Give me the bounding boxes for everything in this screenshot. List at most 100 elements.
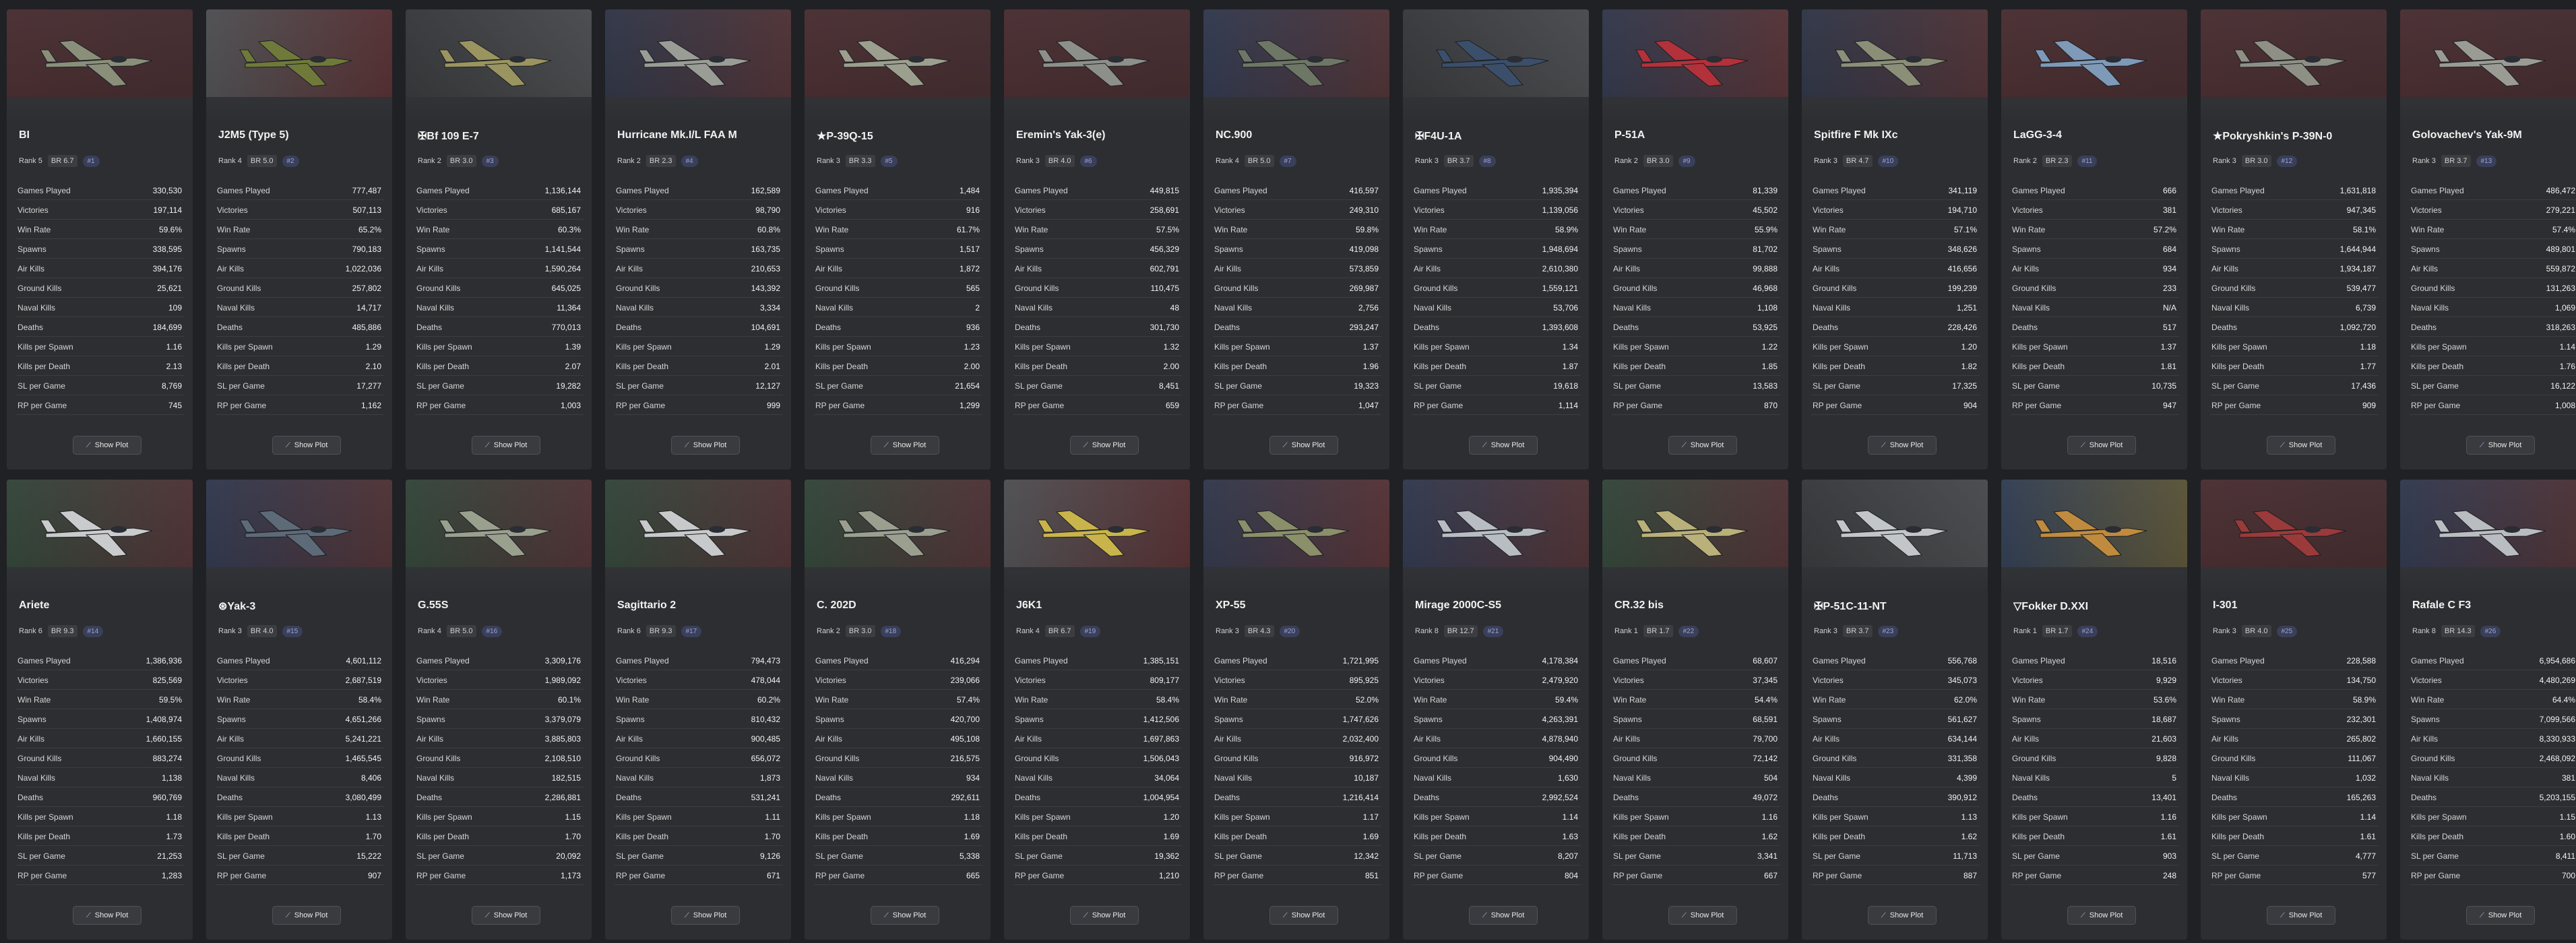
stat-label: Spawns <box>2411 245 2440 254</box>
show-plot-button[interactable]: ⟋ Show Plot <box>2267 436 2335 455</box>
vehicle-thumbnail <box>2400 9 2576 124</box>
stat-label: Naval Kills <box>815 303 854 313</box>
stat-label: Victories <box>2211 676 2242 685</box>
battle-rating-badge: BR 4.0 <box>247 625 277 637</box>
stat-value: 53.6% <box>2153 695 2176 705</box>
stat-value: 416,656 <box>1947 264 1977 273</box>
show-plot-button[interactable]: ⟋ Show Plot <box>871 436 939 455</box>
chart-line-icon: ⟋ <box>2280 442 2285 449</box>
stats-table: Games Played 777,487 Victories 507,113 Win R… <box>216 181 384 415</box>
stat-label: Air Kills <box>1015 264 1042 273</box>
vehicle-card: Rafale C F3 Rank 8 BR 14.3 #26 Games Played 6… <box>2400 480 2576 940</box>
show-plot-label: Show Plot <box>1490 441 1525 449</box>
stat-row: Ground Kills 2,108,510 <box>415 748 584 768</box>
stat-label: Deaths <box>616 323 642 332</box>
stat-value: 539,477 <box>2346 284 2376 293</box>
show-plot-button[interactable]: ⟋ Show Plot <box>1269 436 1338 455</box>
stat-label: Air Kills <box>217 734 245 744</box>
stat-row: Victories 134,750 <box>2210 670 2379 690</box>
stat-value: 934 <box>2162 264 2176 273</box>
stat-row: Naval Kills 934 <box>814 768 982 787</box>
show-plot-button[interactable]: ⟋ Show Plot <box>272 436 341 455</box>
stat-row: Ground Kills 131,263 <box>2410 278 2576 298</box>
stat-row: Games Played 416,597 <box>1213 181 1381 200</box>
stat-value: 14,717 <box>356 303 381 313</box>
stat-value: 1,465,545 <box>345 754 381 763</box>
stat-row: RP per Game 947 <box>2011 395 2179 415</box>
stat-label: Deaths <box>416 793 443 802</box>
stat-row: Kills per Death 1.63 <box>1412 826 1581 846</box>
stat-row: RP per Game 671 <box>615 866 783 885</box>
stat-value: 2,468,092 <box>2539 754 2575 763</box>
stat-row: Ground Kills 216,575 <box>814 748 982 768</box>
stats-table: Games Played 486,472 Victories 279,221 Win R… <box>2410 181 2576 415</box>
aircraft-icon <box>838 510 951 557</box>
stat-label: Ground Kills <box>1813 754 1857 763</box>
show-plot-button[interactable]: ⟋ Show Plot <box>2267 906 2335 925</box>
vehicle-thumbnail <box>2001 480 2187 594</box>
stats-table: Games Played 341,119 Victories 194,710 Win R… <box>1811 181 1980 415</box>
stat-row: Naval Kills 34,064 <box>1013 768 1182 787</box>
stat-value: 1.82 <box>1961 362 1977 371</box>
show-plot-button[interactable]: ⟋ Show Plot <box>73 906 142 925</box>
stat-value: 1.60 <box>2559 832 2575 841</box>
show-plot-button[interactable]: ⟋ Show Plot <box>1269 906 1338 925</box>
stat-label: Naval Kills <box>1813 773 1851 783</box>
stat-label: Ground Kills <box>616 284 660 293</box>
show-plot-button[interactable]: ⟋ Show Plot <box>1469 906 1538 925</box>
show-plot-button[interactable]: ⟋ Show Plot <box>671 906 740 925</box>
stat-value: 485,886 <box>352 323 381 332</box>
show-plot-button[interactable]: ⟋ Show Plot <box>2067 906 2136 925</box>
vehicle-thumbnail <box>1802 9 1988 124</box>
vehicle-meta: Rank 1 BR 1.7 #24 <box>2013 625 2098 639</box>
show-plot-button[interactable]: ⟋ Show Plot <box>2466 436 2535 455</box>
stat-label: Air Kills <box>815 734 843 744</box>
stat-label: Deaths <box>1613 323 1639 332</box>
vehicle-card: ✠P-51C-11-NT Rank 3 BR 3.7 #23 Games Played 5… <box>1802 480 1988 940</box>
stat-row: RP per Game 577 <box>2210 866 2379 885</box>
show-plot-button[interactable]: ⟋ Show Plot <box>1469 436 1538 455</box>
show-plot-button[interactable]: ⟋ Show Plot <box>1868 906 1937 925</box>
show-plot-button[interactable]: ⟋ Show Plot <box>2466 906 2535 925</box>
stat-value: 916 <box>966 205 980 215</box>
show-plot-button[interactable]: ⟋ Show Plot <box>1668 906 1737 925</box>
stat-row: Victories 37,345 <box>1612 670 1780 690</box>
stat-row: Ground Kills 331,358 <box>1811 748 1980 768</box>
show-plot-button[interactable]: ⟋ Show Plot <box>472 436 540 455</box>
stat-row: Games Played 794,473 <box>615 651 783 670</box>
stat-label: Kills per Death <box>1613 832 1666 841</box>
show-plot-button[interactable]: ⟋ Show Plot <box>1868 436 1937 455</box>
stat-row: Games Played 6,954,686 <box>2410 651 2576 670</box>
stat-row: Kills per Spawn 1.16 <box>1612 807 1780 826</box>
stat-label: RP per Game <box>2012 401 2062 410</box>
show-plot-button[interactable]: ⟋ Show Plot <box>871 906 939 925</box>
stat-row: Kills per Spawn 1.17 <box>1213 807 1381 826</box>
show-plot-button[interactable]: ⟋ Show Plot <box>73 436 142 455</box>
vehicle-card: J6K1 Rank 4 BR 6.7 #19 Games Played 1,385,151… <box>1004 480 1190 940</box>
show-plot-button[interactable]: ⟋ Show Plot <box>1668 436 1737 455</box>
show-plot-button[interactable]: ⟋ Show Plot <box>1070 436 1139 455</box>
vehicle-name: ✠Bf 109 E-7 <box>418 131 479 142</box>
stat-row: Air Kills 99,888 <box>1612 259 1780 278</box>
stat-row: Spawns 163,735 <box>615 239 783 259</box>
rank-label: Rank 8 <box>1415 627 1439 635</box>
stat-value: 163,735 <box>751 245 780 254</box>
show-plot-button[interactable]: ⟋ Show Plot <box>1070 906 1139 925</box>
stat-row: Deaths 936 <box>814 317 982 337</box>
stat-label: Deaths <box>815 793 842 802</box>
show-plot-button[interactable]: ⟋ Show Plot <box>671 436 740 455</box>
show-plot-button[interactable]: ⟋ Show Plot <box>272 906 341 925</box>
stats-table: Games Played 1,385,151 Victories 809,177 Win… <box>1013 651 1182 885</box>
stat-value: 338,595 <box>152 245 182 254</box>
show-plot-button[interactable]: ⟋ Show Plot <box>472 906 540 925</box>
aircraft-icon <box>638 510 751 557</box>
stat-value: 394,176 <box>152 264 182 273</box>
stat-value: 131,263 <box>2546 284 2575 293</box>
stats-table: Games Played 1,386,936 Victories 825,569 Win… <box>16 651 185 885</box>
stat-row: Games Played 4,178,384 <box>1412 651 1581 670</box>
stat-value: 1.61 <box>2360 832 2376 841</box>
stat-row: Naval Kills 11,364 <box>415 298 584 317</box>
stat-label: Naval Kills <box>217 773 255 783</box>
show-plot-button[interactable]: ⟋ Show Plot <box>2067 436 2136 455</box>
stat-value: 249,310 <box>1349 205 1379 215</box>
